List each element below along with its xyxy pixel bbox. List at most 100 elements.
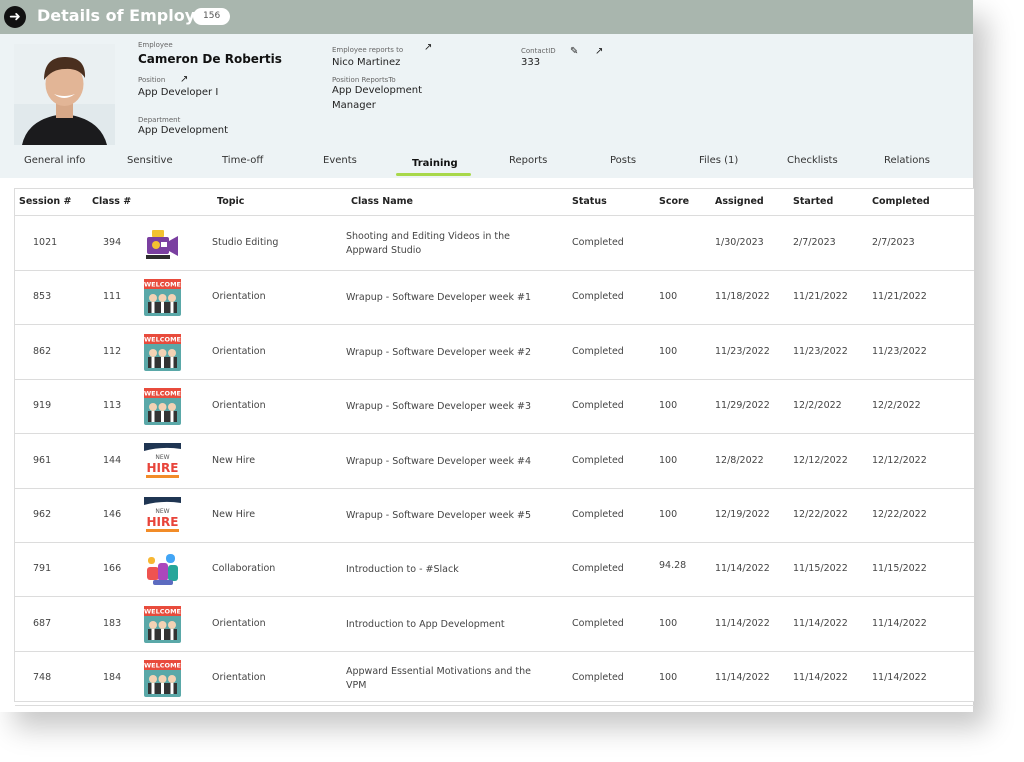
table-row[interactable]: 1021 394 Studio Editing Shooting and Editin… bbox=[15, 216, 974, 271]
status: Completed bbox=[572, 563, 624, 575]
class-number: 166 bbox=[103, 563, 122, 575]
topic: Collaboration bbox=[212, 563, 276, 575]
column-header-score[interactable]: Score bbox=[659, 196, 689, 207]
class-number: 183 bbox=[103, 617, 122, 629]
column-header-started[interactable]: Started bbox=[793, 196, 833, 207]
class-name-line: Introduction to App Development bbox=[346, 618, 505, 630]
class-name[interactable]: Wrapup - Software Developer week #2 bbox=[346, 346, 546, 360]
table-row[interactable]: 791 166 Collaboration Introduction to - #Sl… bbox=[15, 542, 974, 598]
position-reports-to-label: Position ReportsTo bbox=[332, 76, 396, 84]
class-number: 111 bbox=[103, 291, 122, 303]
score: 100 bbox=[659, 345, 678, 357]
started-date: 11/14/2022 bbox=[793, 672, 848, 684]
started-date: 11/14/2022 bbox=[793, 617, 848, 629]
table-row[interactable]: 962 146 NEW HIRE New Hire Wrapup - Software D… bbox=[15, 488, 974, 543]
employee-header: Employee Cameron De Robertis Position ↗ … bbox=[0, 34, 973, 178]
column-header-assigned[interactable]: Assigned bbox=[715, 196, 764, 207]
tab-posts[interactable]: Posts bbox=[610, 155, 636, 166]
started-date: 12/22/2022 bbox=[793, 509, 848, 520]
table-header: Session # Class # Topic Class Name Statu… bbox=[15, 189, 974, 216]
assigned-date: 12/19/2022 bbox=[715, 509, 770, 520]
class-name[interactable]: Appward Essential Motivations and the VPM bbox=[346, 665, 546, 693]
tab-general-info[interactable]: General info bbox=[24, 155, 85, 166]
class-name[interactable]: Wrapup - Software Developer week #4 bbox=[346, 455, 546, 469]
column-header-status[interactable]: Status bbox=[572, 196, 607, 207]
session-number: 1021 bbox=[33, 237, 58, 248]
column-header-session[interactable]: Session # bbox=[19, 196, 71, 207]
tab-training[interactable]: Training bbox=[412, 158, 458, 169]
topic: Studio Editing bbox=[212, 237, 279, 248]
class-name-line: Wrapup - Software Developer week #1 bbox=[346, 292, 532, 304]
topic: New Hire bbox=[212, 454, 256, 466]
assigned-date: 11/18/2022 bbox=[715, 291, 770, 303]
tab-time-off[interactable]: Time-off bbox=[222, 155, 263, 166]
contact-id-value: 333 bbox=[521, 57, 541, 68]
class-name[interactable]: Wrapup - Software Developer week #5 bbox=[346, 509, 546, 523]
tab-events[interactable]: Events bbox=[323, 155, 357, 166]
class-name-line: Wrapup - Software Developer week #3 bbox=[346, 401, 532, 413]
table-row[interactable]: 748 184 WELCOME Orientation Appward Essentia… bbox=[15, 651, 974, 707]
column-header-topic[interactable]: Topic bbox=[217, 196, 244, 207]
employee-photo bbox=[14, 44, 115, 145]
started-date: 2/7/2023 bbox=[793, 237, 836, 248]
class-name[interactable]: Introduction to - #Slack bbox=[346, 563, 546, 577]
title-bar: ➜ Details of Employee 156 bbox=[0, 0, 973, 34]
svg-text:NEW: NEW bbox=[155, 454, 169, 461]
tab-files[interactable]: Files (1) bbox=[699, 155, 738, 166]
assigned-date: 11/29/2022 bbox=[715, 400, 770, 412]
collaboration-icon bbox=[144, 551, 181, 589]
completed-date: 11/14/2022 bbox=[872, 672, 927, 684]
table-row[interactable]: 961 144 NEW HIRE New Hire Wrapup - Software D… bbox=[15, 434, 974, 489]
column-header-completed[interactable]: Completed bbox=[872, 196, 930, 207]
tab-sensitive[interactable]: Sensitive bbox=[127, 155, 173, 166]
session-number: 961 bbox=[33, 454, 52, 466]
class-name[interactable]: Introduction to App Development bbox=[346, 618, 546, 632]
topic: Orientation bbox=[212, 400, 266, 412]
department-value: App Development bbox=[138, 125, 229, 136]
svg-text:WELCOME: WELCOME bbox=[144, 390, 181, 398]
class-name-line: Appward Essential Motivations and the bbox=[346, 666, 532, 678]
welcome-icon: WELCOME bbox=[144, 333, 181, 371]
svg-text:HIRE: HIRE bbox=[147, 461, 179, 475]
score: 100 bbox=[659, 617, 678, 629]
class-number: 144 bbox=[103, 454, 122, 466]
table-row[interactable]: 853 111 WELCOME Orientation Wrapup - Softwar… bbox=[15, 270, 974, 326]
status: Completed bbox=[572, 454, 624, 466]
score: 100 bbox=[659, 672, 678, 684]
assigned-date: 11/14/2022 bbox=[715, 563, 770, 575]
column-header-class-name[interactable]: Class Name bbox=[351, 196, 413, 207]
svg-text:WELCOME: WELCOME bbox=[144, 281, 181, 289]
topic: Orientation bbox=[212, 617, 266, 629]
external-link-icon[interactable]: ↗ bbox=[595, 46, 603, 57]
session-number: 853 bbox=[33, 291, 52, 303]
status: Completed bbox=[572, 509, 624, 520]
class-name-line: VPM bbox=[346, 680, 367, 692]
arrow-right-icon[interactable]: ➜ bbox=[4, 6, 26, 28]
tab-checklists[interactable]: Checklists bbox=[787, 155, 838, 166]
topic: Orientation bbox=[212, 291, 266, 303]
completed-date: 11/21/2022 bbox=[872, 291, 927, 303]
class-name-line: Shooting and Editing Videos in the bbox=[346, 231, 510, 242]
class-name-line: Appward Studio bbox=[346, 245, 422, 256]
column-header-class[interactable]: Class # bbox=[92, 196, 131, 207]
position-label: Position bbox=[138, 76, 166, 84]
welcome-icon: WELCOME bbox=[144, 279, 181, 317]
tab-relations[interactable]: Relations bbox=[884, 155, 930, 166]
table-row[interactable]: 919 113 WELCOME Orientation Wrapup - Softwar… bbox=[15, 379, 974, 435]
pencil-icon[interactable]: ✎ bbox=[570, 46, 578, 57]
status: Completed bbox=[572, 672, 624, 684]
class-name-line: Wrapup - Software Developer week #5 bbox=[346, 510, 532, 521]
class-name[interactable]: Shooting and Editing Videos in the Appwar… bbox=[346, 230, 546, 258]
external-link-icon[interactable]: ↗ bbox=[424, 42, 432, 53]
status: Completed bbox=[572, 617, 624, 629]
assigned-date: 11/23/2022 bbox=[715, 345, 770, 357]
video-camera-icon bbox=[144, 225, 181, 262]
tab-reports[interactable]: Reports bbox=[509, 155, 547, 166]
external-link-icon[interactable]: ↗ bbox=[180, 74, 188, 85]
table-row[interactable]: 687 183 WELCOME Orientation Introduction to … bbox=[15, 597, 974, 652]
class-number: 112 bbox=[103, 345, 122, 357]
table-row[interactable]: 862 112 WELCOME Orientation Wrapup - Softwar… bbox=[15, 325, 974, 380]
class-name[interactable]: Wrapup - Software Developer week #3 bbox=[346, 400, 546, 414]
svg-text:HIRE: HIRE bbox=[147, 515, 179, 529]
class-name[interactable]: Wrapup - Software Developer week #1 bbox=[346, 291, 546, 305]
